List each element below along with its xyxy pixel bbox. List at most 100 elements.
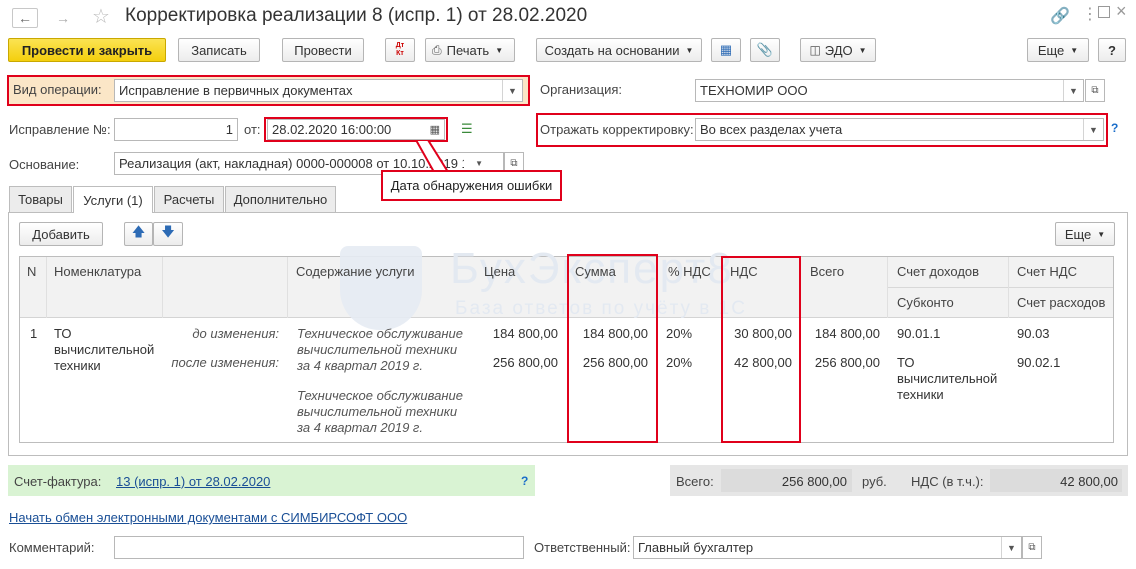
header-expense-account[interactable]: Счет расходов: [1017, 295, 1105, 310]
org-open-button[interactable]: ⧉: [1085, 79, 1105, 102]
dt-kt-icon: Дт Кт: [395, 42, 405, 57]
header-nomenclature[interactable]: Номенклатура: [54, 264, 141, 279]
callout-text: Дата обнаружения ошибки: [390, 178, 553, 193]
row-income-account[interactable]: 90.01.1: [897, 326, 940, 342]
row-vat-account[interactable]: 90.03: [1017, 326, 1050, 342]
chevron-down-icon[interactable]: ▼: [475, 159, 483, 168]
tab-goods[interactable]: Товары: [9, 186, 72, 212]
header-content[interactable]: Содержание услуги: [296, 264, 415, 279]
more-label: Еще: [1037, 42, 1065, 58]
paperclip-icon: 📎: [756, 42, 774, 57]
edo-label: ЭДО: [824, 42, 853, 58]
chevron-down-icon[interactable]: ▼: [1063, 80, 1083, 101]
chevron-down-icon[interactable]: ▼: [502, 80, 522, 101]
attach-button[interactable]: 📎: [750, 38, 780, 62]
org-label: Организация:: [540, 82, 623, 97]
col-sep: [46, 257, 47, 318]
chevron-down-icon: ▼: [1097, 229, 1106, 239]
date-value: 28.02.2020 16:00:00: [272, 122, 392, 137]
edo-button[interactable]: ◫ ЭДО ▼: [800, 38, 876, 62]
col-sep: [162, 257, 163, 318]
row-nomenclature[interactable]: ТО вычислительной техники: [54, 326, 159, 374]
date-input[interactable]: 28.02.2020 16:00:00 ▦: [267, 119, 445, 140]
correction-number-input[interactable]: 1: [114, 118, 238, 141]
favorite-star-icon[interactable]: ☆: [92, 4, 110, 29]
arrow-right-icon: →: [56, 10, 70, 26]
move-up-button[interactable]: 🡅: [124, 222, 153, 246]
sum-column-highlight: [567, 254, 658, 443]
header-price[interactable]: Цена: [484, 264, 515, 279]
chevron-down-icon: ▼: [495, 45, 504, 55]
row-content-after[interactable]: Техническое обслуживание вычислительной …: [297, 388, 472, 436]
operation-select[interactable]: Исправление в первичных документах ▼: [114, 79, 523, 102]
dt-kt-button[interactable]: Дт Кт: [385, 38, 415, 62]
window-title: Корректировка реализации 8 (испр. 1) от …: [125, 5, 588, 26]
chevron-down-icon[interactable]: ▼: [1001, 537, 1021, 558]
arrow-left-icon: ←: [18, 10, 32, 26]
post-button[interactable]: Провести: [282, 38, 364, 62]
row-expense-account[interactable]: 90.02.1: [1017, 355, 1060, 371]
header-n[interactable]: N: [27, 264, 36, 279]
help-button[interactable]: ?: [1098, 38, 1126, 62]
more-vertical-icon[interactable]: ⋮: [1082, 4, 1098, 24]
calendar-icon[interactable]: ▦: [430, 123, 440, 136]
tab-services[interactable]: Услуги (1): [73, 186, 153, 213]
row-total-before[interactable]: 184 800,00: [800, 326, 880, 342]
header-total[interactable]: Всего: [810, 264, 844, 279]
table-more-button[interactable]: Еще ▼: [1055, 222, 1115, 246]
col-sep: [1008, 257, 1009, 318]
print-label: Печать: [446, 42, 490, 58]
invoice-help-icon[interactable]: ?: [521, 474, 528, 488]
row-price-after[interactable]: 256 800,00: [470, 355, 558, 371]
reflect-help-icon[interactable]: ?: [1111, 121, 1118, 135]
chevron-down-icon[interactable]: ▼: [1083, 119, 1103, 140]
org-select[interactable]: ТЕХНОМИР ООО ▼: [695, 79, 1084, 102]
print-button[interactable]: ⎙ Печать ▼: [425, 38, 515, 62]
basis-label: Основание:: [9, 157, 80, 172]
operation-label: Вид операции:: [13, 82, 102, 97]
check-list-icon[interactable]: ☰: [461, 121, 473, 137]
header-income-account[interactable]: Счет доходов: [897, 264, 979, 279]
maximize-icon[interactable]: [1098, 6, 1110, 18]
row-subconto[interactable]: ТО вычислительной техники: [897, 355, 1005, 403]
header-vat-account[interactable]: Счет НДС: [1017, 264, 1077, 279]
date-from-label: от:: [244, 122, 261, 137]
row-vat-rate-after[interactable]: 20%: [666, 355, 692, 371]
tab-additional[interactable]: Дополнительно: [225, 186, 336, 212]
row-total-after[interactable]: 256 800,00: [800, 355, 880, 371]
reflect-label: Отражать корректировку:: [540, 122, 694, 137]
row-vat-rate-before[interactable]: 20%: [666, 326, 692, 342]
more-button[interactable]: Еще ▼: [1027, 38, 1089, 62]
header-vat-rate[interactable]: % НДС: [668, 264, 711, 279]
reflect-select[interactable]: Во всех разделах учета ▼: [695, 118, 1104, 141]
vat-column-highlight: [721, 256, 801, 443]
save-button[interactable]: Записать: [178, 38, 260, 62]
link-icon[interactable]: 🔗: [1050, 6, 1070, 26]
comment-input[interactable]: [114, 536, 524, 559]
post-and-close-button[interactable]: Провести и закрыть: [8, 38, 166, 62]
responsible-open-button[interactable]: ⧉: [1022, 536, 1042, 559]
create-based-on-button[interactable]: Создать на основании ▼: [536, 38, 702, 62]
add-button[interactable]: Добавить: [19, 222, 103, 246]
invoice-link[interactable]: 13 (испр. 1) от 28.02.2020: [116, 474, 270, 489]
nav-forward-button[interactable]: →: [50, 8, 76, 28]
tab-settlements[interactable]: Расчеты: [154, 186, 224, 212]
edo-exchange-link[interactable]: Начать обмен электронными документами с …: [9, 510, 407, 525]
responsible-select[interactable]: Главный бухгалтер ▼: [633, 536, 1022, 559]
close-icon[interactable]: ×: [1116, 1, 1127, 22]
move-down-button[interactable]: 🡇: [153, 222, 183, 246]
chevron-down-icon: ▼: [858, 45, 867, 55]
arrow-up-icon: 🡅: [131, 224, 146, 239]
nav-back-button[interactable]: ←: [12, 8, 38, 28]
structure-button[interactable]: ▦: [711, 38, 741, 62]
operation-value: Исправление в первичных документах: [119, 83, 353, 98]
watermark-logo-icon: [340, 246, 422, 330]
correction-number-value: 1: [225, 122, 233, 137]
header-subconto[interactable]: Субконто: [897, 295, 954, 310]
row-content-before[interactable]: Техническое обслуживание вычислительной …: [297, 326, 472, 374]
responsible-value: Главный бухгалтер: [638, 540, 754, 555]
row-price-before[interactable]: 184 800,00: [470, 326, 558, 342]
currency-label: руб.: [862, 474, 887, 489]
row-n: 1: [30, 326, 38, 341]
structure-icon: ▦: [719, 42, 733, 57]
